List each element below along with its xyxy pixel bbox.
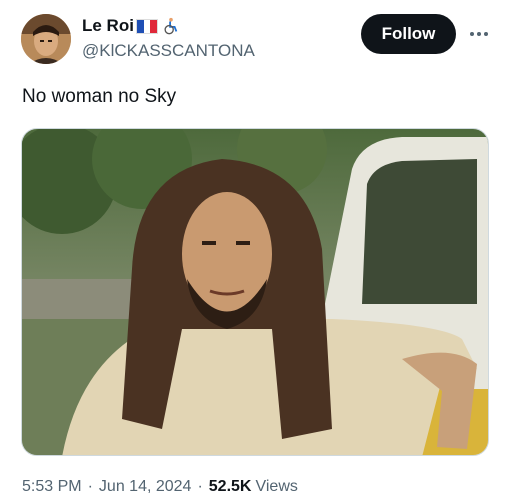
display-name[interactable]: Le Roi: [82, 16, 134, 36]
more-dots-icon[interactable]: [466, 22, 492, 46]
tweet-time[interactable]: 5:53 PM: [22, 478, 82, 496]
views-label: Views: [255, 478, 298, 495]
tweet-date[interactable]: Jun 14, 2024: [99, 478, 192, 496]
tweet-header: Le Roi @KlCKASSCANTONA Follow: [0, 0, 511, 70]
tweet-text: No woman no Sky: [22, 86, 177, 107]
user-handle[interactable]: @KlCKASSCANTONA: [82, 41, 255, 61]
french-flag-icon: [135, 18, 158, 34]
meta-separator: ·: [87, 478, 93, 495]
meta-separator-2: ·: [197, 478, 203, 495]
wheelchair-icon: [164, 17, 178, 35]
follow-button[interactable]: Follow: [361, 14, 456, 54]
avatar[interactable]: [21, 14, 71, 64]
tweet-photo[interactable]: [21, 128, 489, 456]
tweet-meta: 5:53 PM · Jun 14, 2024 · 52.5K Views: [22, 478, 298, 496]
views-count: 52.5K: [208, 478, 252, 495]
display-name-row: Le Roi: [82, 15, 180, 37]
